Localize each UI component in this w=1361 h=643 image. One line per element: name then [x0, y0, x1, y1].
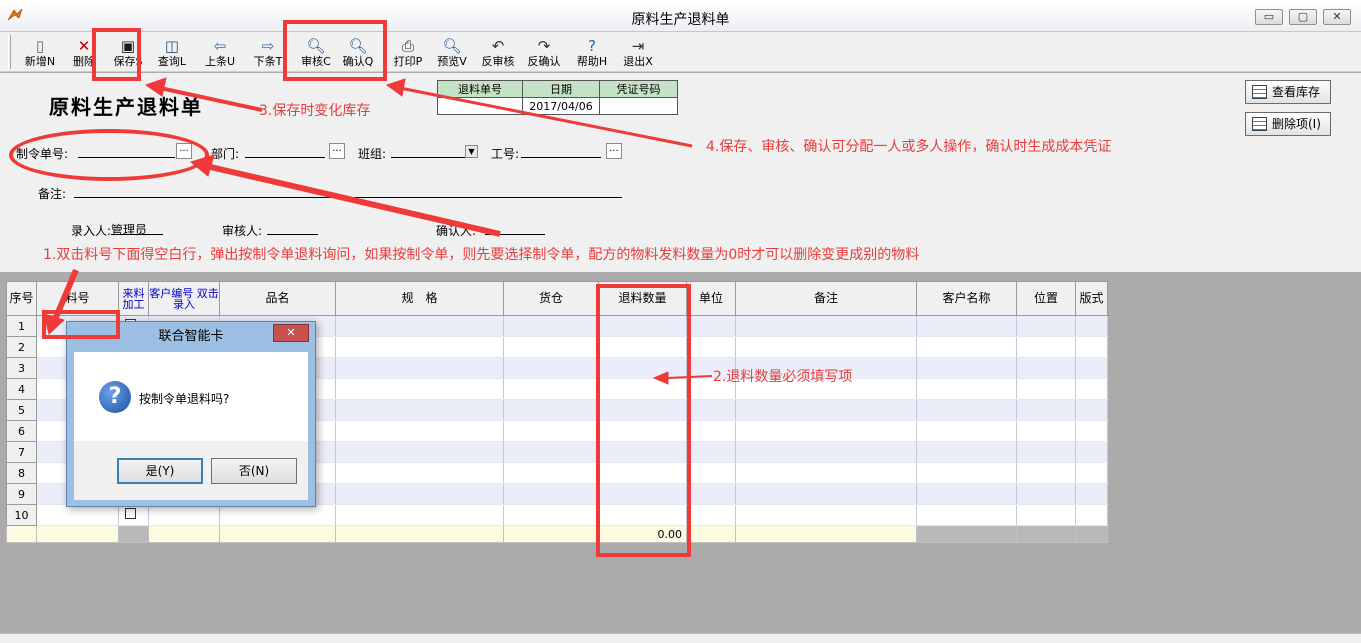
status-bar: [0, 633, 1361, 643]
annotation-1: 1.双击料号下面得空白行，弹出按制令单退料询问，如果按制令单，则先要选择制令单，…: [43, 247, 920, 263]
annotation-2: 2.退料数量必须填写项: [713, 369, 853, 385]
annotation-4: 4.保存、审核、确认可分配一人或多人操作，确认时生成成本凭证: [706, 139, 1112, 155]
annotation-arrows: [43, 77, 713, 385]
annotation-3: 3.保存时变化库存: [259, 103, 371, 119]
